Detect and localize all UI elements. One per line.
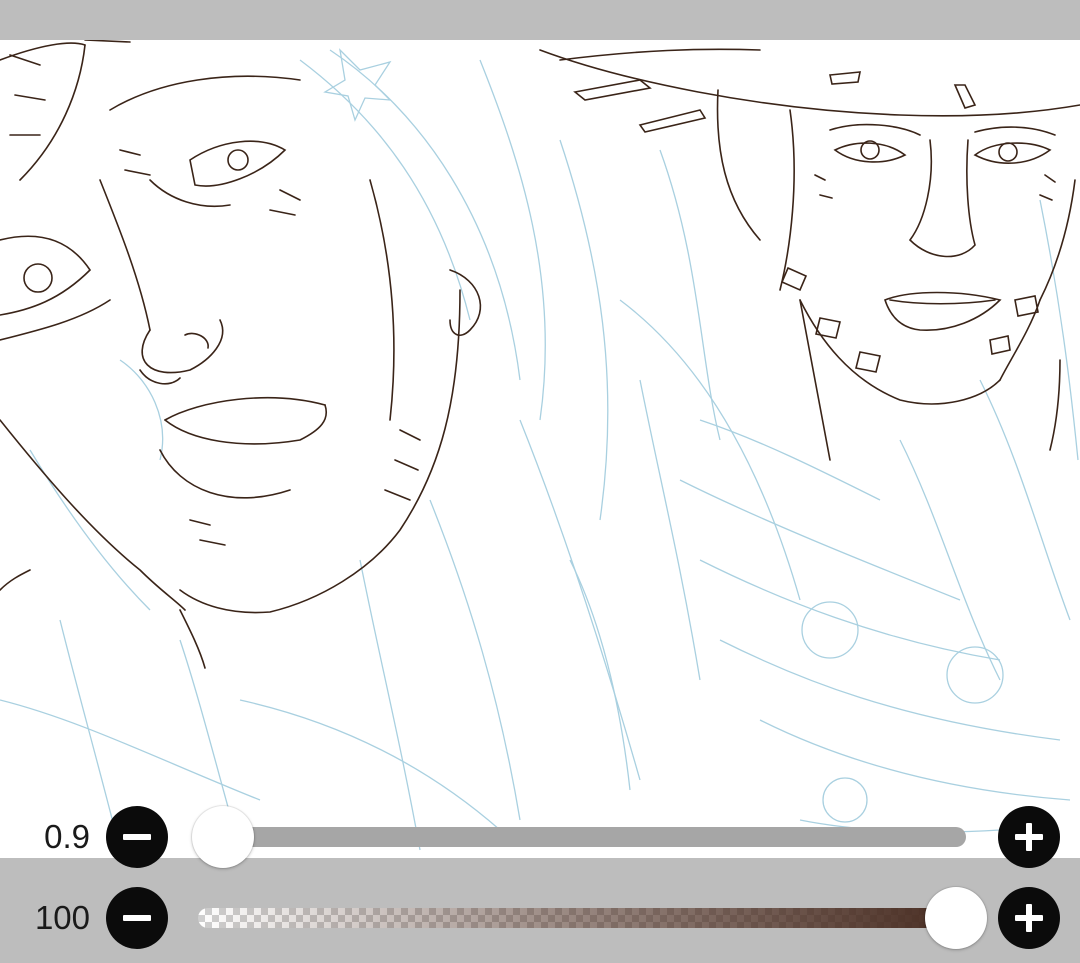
opacity-slider-row: 100 — [0, 886, 1080, 950]
brush-size-track[interactable] — [198, 827, 966, 847]
opacity-thumb[interactable] — [925, 887, 987, 949]
drawing-canvas[interactable] — [0, 40, 1080, 858]
minus-icon — [123, 834, 151, 840]
brush-size-increase-button[interactable] — [998, 806, 1060, 868]
top-bar — [0, 0, 1080, 40]
ink-layer-right-face — [539, 48, 1080, 461]
drawing-app: 0.9 100 — [0, 0, 1080, 963]
sketch-layer — [0, 48, 1079, 851]
brush-size-value: 0.9 — [44, 818, 90, 855]
opacity-decrease-button[interactable] — [106, 887, 168, 949]
opacity-value: 100 — [34, 899, 90, 936]
minus-icon — [123, 915, 151, 921]
brush-size-slider-row: 0.9 — [0, 805, 1080, 869]
opacity-increase-button[interactable] — [998, 887, 1060, 949]
brush-size-thumb[interactable] — [192, 806, 254, 868]
artwork — [0, 40, 1080, 851]
ink-layer-left-face — [0, 40, 482, 669]
brush-size-decrease-button[interactable] — [106, 806, 168, 868]
opacity-track[interactable] — [198, 908, 966, 928]
